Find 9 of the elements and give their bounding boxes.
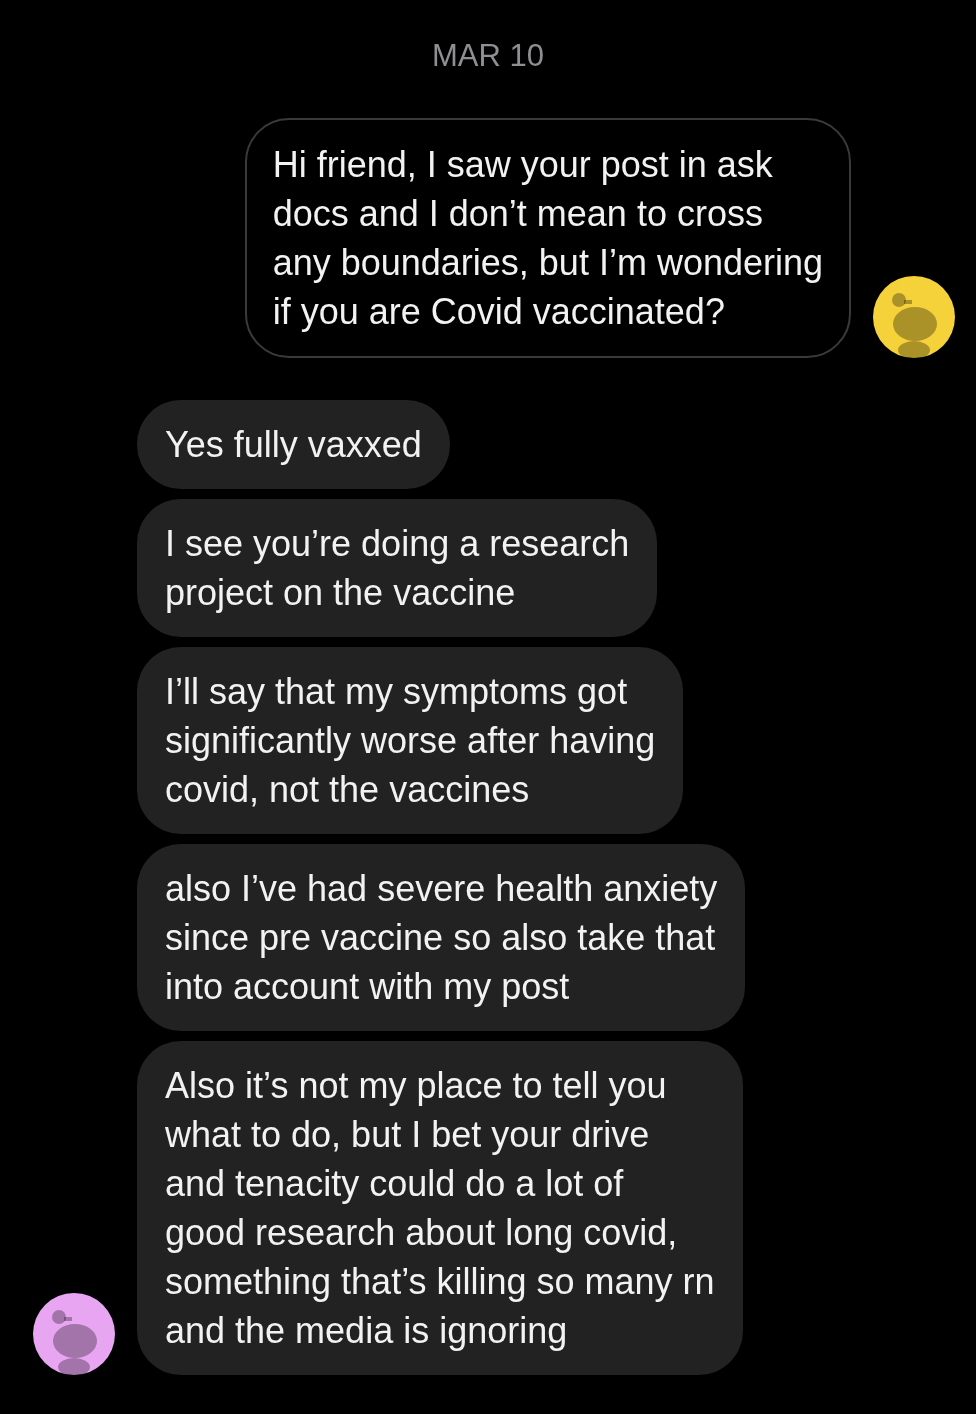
- avatar-icon[interactable]: [873, 276, 955, 358]
- received-message: also I’ve had severe health anxiety since pre vaccine so also take that into account with my post: [137, 844, 746, 1031]
- received-message: I see you’re doing a research project on the vaccine: [137, 499, 658, 637]
- received-message: Also it’s not my place to tell you what to do, but I bet your drive and tenacity could do a lot of good research about long covid, something that’s killing so many rn and the media is ignoring: [137, 1041, 743, 1375]
- date-label: MAR 10: [432, 38, 544, 74]
- sent-message: Hi friend, I saw your post in ask docs and I don’t mean to cross any boundaries, but I’m wondering if you are Covid vaccinated?: [244, 118, 851, 358]
- avatar-icon[interactable]: [33, 1293, 115, 1375]
- received-message: I’ll say that my symptoms got significantly worse after having covid, not the vaccines: [137, 647, 684, 834]
- received-message: Yes fully vaxxed: [137, 400, 450, 489]
